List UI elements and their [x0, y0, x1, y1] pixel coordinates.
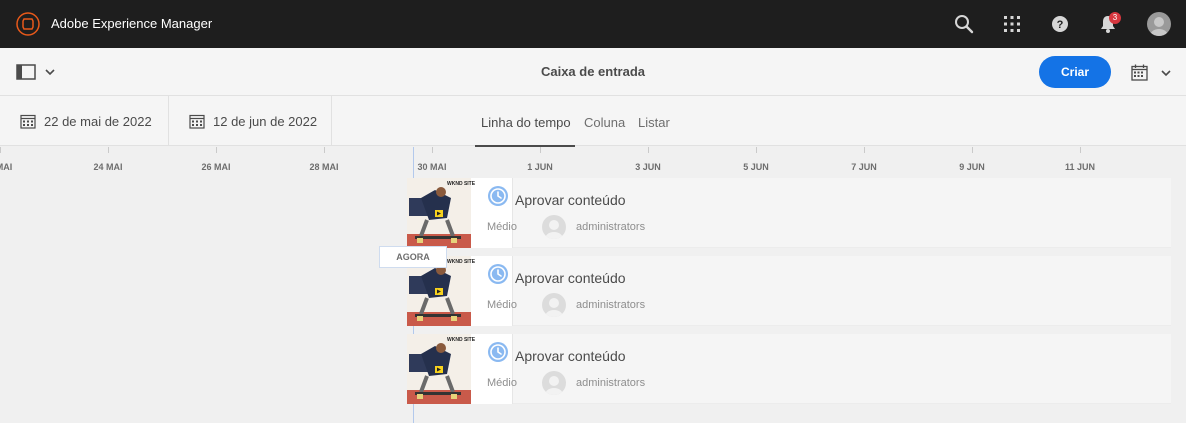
- task-card[interactable]: WKND SITE Aprovar conteúdo Médio adminis…: [407, 334, 1171, 404]
- notification-badge: 3: [1109, 12, 1121, 24]
- task-title[interactable]: Aprovar conteúdo: [515, 348, 626, 364]
- task-priority: Médio: [487, 299, 517, 311]
- thumbnail-caption: WKND SITE: [447, 181, 476, 187]
- help-icon[interactable]: ?: [1049, 13, 1071, 35]
- assignee-avatar: [542, 215, 566, 239]
- user-avatar[interactable]: [1147, 12, 1171, 36]
- tick-mark: [108, 147, 109, 153]
- tick-mark: [756, 147, 757, 153]
- tab-column[interactable]: Coluna: [584, 115, 625, 130]
- start-date-field[interactable]: 22 de mai de 2022: [0, 96, 169, 146]
- task-assignee: administrators: [576, 221, 646, 233]
- tick-label: 11 JUN: [1064, 162, 1096, 172]
- tab-list[interactable]: Listar: [638, 115, 670, 130]
- clock-icon: [488, 264, 508, 284]
- end-date-field[interactable]: 12 de jun de 2022: [169, 96, 332, 146]
- tick-label: 30 MAI: [417, 162, 447, 172]
- tick-mark: [648, 147, 649, 153]
- clock-icon: [488, 186, 508, 206]
- task-title[interactable]: Aprovar conteúdo: [515, 270, 626, 286]
- task-assignee: administrators: [576, 377, 646, 389]
- chevron-down-icon[interactable]: [1160, 67, 1172, 79]
- user-avatar-icon: [545, 376, 563, 395]
- svg-text:?: ?: [1057, 19, 1064, 31]
- tick-label: 7 JUN: [851, 162, 877, 172]
- task-priority: Médio: [487, 377, 517, 389]
- task-assignee: administrators: [576, 299, 646, 311]
- task-card[interactable]: WKND SITE Aprovar conteúdo Médio adminis…: [407, 256, 1171, 326]
- calendar-icon: [189, 114, 205, 129]
- tick-mark: [324, 147, 325, 153]
- clock-icon: [488, 342, 508, 362]
- tick-label: 1 JUN: [527, 162, 553, 172]
- task-card[interactable]: WKND SITE Aprovar conteúdo Médio adminis…: [407, 178, 1171, 248]
- tick-mark: [540, 147, 541, 153]
- filter-bar: 22 de mai de 2022 12 de jun de 2022 Linh…: [0, 96, 1186, 146]
- assignee-avatar: [542, 293, 566, 317]
- tick-label: 9 JUN: [959, 162, 985, 172]
- page-title: Caixa de entrada: [540, 64, 646, 79]
- thumbnail-caption: WKND SITE: [447, 337, 476, 343]
- global-header: Adobe Experience Manager ? 3: [0, 0, 1186, 48]
- task-priority: Médio: [487, 221, 517, 233]
- search-icon[interactable]: [953, 13, 975, 35]
- tick-label: 26 MAI: [201, 162, 231, 172]
- aem-logo-icon[interactable]: [16, 12, 40, 36]
- tick-mark: [0, 147, 1, 153]
- tick-mark: [864, 147, 865, 153]
- tick-mark: [1080, 147, 1081, 153]
- end-date-value: 12 de jun de 2022: [213, 114, 318, 129]
- action-bar: Caixa de entrada Criar: [0, 48, 1186, 96]
- tick-label: MAI: [0, 162, 13, 172]
- user-avatar-icon: [545, 220, 563, 239]
- now-indicator-label: AGORA: [379, 246, 447, 268]
- tab-timeline[interactable]: Linha do tempo: [481, 115, 571, 130]
- tick-label: 3 JUN: [635, 162, 661, 172]
- assignee-avatar: [542, 371, 566, 395]
- user-avatar-icon: [1150, 17, 1168, 36]
- tick-mark: [216, 147, 217, 153]
- user-avatar-icon: [545, 298, 563, 317]
- apps-icon[interactable]: [1001, 13, 1023, 35]
- tick-mark: [972, 147, 973, 153]
- thumbnail-caption: WKND SITE: [447, 259, 476, 265]
- tick-label: 5 JUN: [743, 162, 769, 172]
- tick-label: 28 MAI: [309, 162, 339, 172]
- calendar-icon: [20, 114, 36, 129]
- task-title[interactable]: Aprovar conteúdo: [515, 192, 626, 208]
- timeline-axis: MAI 24 MAI 26 MAI 28 MAI 30 MAI 1 JUN 3 …: [0, 147, 1186, 177]
- start-date-value: 22 de mai de 2022: [44, 114, 152, 129]
- calendar-icon[interactable]: [1131, 64, 1148, 81]
- tick-mark: [432, 147, 433, 153]
- tick-label: 24 MAI: [93, 162, 123, 172]
- app-title[interactable]: Adobe Experience Manager: [51, 16, 212, 31]
- create-button[interactable]: Criar: [1039, 56, 1111, 88]
